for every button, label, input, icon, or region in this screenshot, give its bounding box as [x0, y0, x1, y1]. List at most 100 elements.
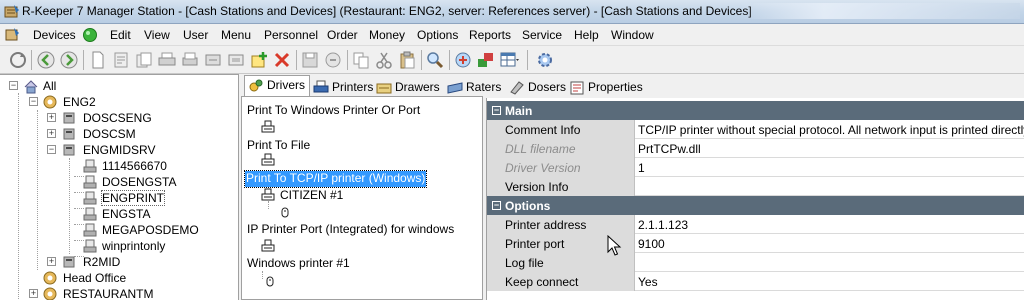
tree-label: ENG2 [63, 95, 96, 109]
toolbar [0, 46, 1024, 74]
tab-raters[interactable]: Raters [443, 77, 506, 96]
tree-item-megaposdemo[interactable]: MEGAPOSDEMO [0, 222, 239, 238]
driver-print-file[interactable]: Print To File [247, 138, 310, 154]
menu-service[interactable]: Service [522, 28, 562, 44]
collapse-icon[interactable]: − [29, 97, 38, 106]
printer-citizen[interactable]: CITIZEN #1 [280, 188, 343, 204]
delete-icon[interactable] [272, 50, 292, 70]
collapse-icon[interactable]: − [47, 145, 56, 154]
tree-item-doscseng[interactable]: + DOSCSENG [0, 110, 239, 126]
driver-windows-port[interactable]: Print To Windows Printer Or Port [247, 103, 420, 119]
print-preview-icon[interactable] [180, 50, 200, 70]
cut-icon[interactable] [374, 50, 394, 70]
cash-server-icon [63, 112, 75, 124]
print-icon[interactable] [157, 50, 177, 70]
rkeeper-app-icon[interactable] [4, 4, 20, 20]
paste-icon[interactable] [397, 50, 417, 70]
toolbar-separator [347, 50, 348, 70]
sync-icon[interactable] [476, 50, 496, 70]
menu-view[interactable]: View [144, 28, 170, 44]
collapse-icon[interactable]: − [492, 106, 501, 115]
expand-icon[interactable]: + [47, 129, 56, 138]
properties-icon[interactable] [111, 50, 131, 70]
tree-item-winprintonly[interactable]: winprintonly [0, 238, 239, 254]
prop-value[interactable]: PrtTCPw.dll [638, 142, 701, 156]
prop-value[interactable]: 2.1.1.123 [638, 218, 688, 232]
title-bar-glass [740, 3, 1020, 19]
menu-options[interactable]: Options [417, 28, 458, 44]
copy-icon[interactable] [351, 50, 371, 70]
export-icon[interactable] [203, 50, 223, 70]
doser-icon [510, 81, 524, 95]
prop-row-keep-connect[interactable]: Keep connect Yes [487, 272, 1024, 291]
green-status-icon[interactable] [82, 27, 98, 43]
driver-tcpip-selected[interactable]: Print To TCP/IP printer (Windows) [243, 170, 428, 188]
menu-edit[interactable]: Edit [110, 28, 131, 44]
tab-properties[interactable]: Properties [565, 77, 648, 96]
collapse-icon[interactable]: − [9, 81, 18, 90]
prop-row-comment[interactable]: Comment Info TCP/IP printer without spec… [487, 120, 1024, 139]
tree-item-engprint[interactable]: ENGPRINT [0, 190, 239, 206]
tree-item-engsta[interactable]: ENGSTA [0, 206, 239, 222]
tree-item-engmidsrv[interactable]: − ENGMIDSRV [0, 142, 239, 158]
tree-item-head-office[interactable]: Head Office [0, 270, 239, 286]
filter-icon[interactable] [453, 50, 473, 70]
tree-item-eng2[interactable]: − ENG2 [0, 94, 239, 110]
settings-gear-icon[interactable] [535, 50, 555, 70]
driver-ip-port[interactable]: IP Printer Port (Integrated) for windows [247, 222, 454, 238]
add-item-icon[interactable] [249, 50, 269, 70]
prop-value[interactable]: 1 [638, 161, 645, 175]
undo-icon[interactable] [323, 50, 343, 70]
menu-devices[interactable]: Devices [33, 28, 76, 44]
collapse-icon[interactable]: − [492, 201, 501, 210]
menu-money[interactable]: Money [369, 28, 405, 44]
tab-printers[interactable]: Printers [309, 77, 378, 96]
menu-user[interactable]: User [183, 28, 208, 44]
prop-row-driver-version[interactable]: Driver Version 1 [487, 158, 1024, 177]
device-tree[interactable]: − All − ENG2 + DOSCSENG + DOSCSM − ENGMI… [0, 74, 239, 300]
tree-item-r2mid[interactable]: + R2MID [0, 254, 239, 270]
import-icon[interactable] [226, 50, 246, 70]
prop-value[interactable]: TCP/IP printer without special protocol.… [638, 123, 1024, 137]
refresh-icon[interactable] [8, 50, 28, 70]
tree-item-1114566670[interactable]: 1114566670 [0, 158, 239, 174]
prop-value[interactable]: 9100 [638, 237, 665, 251]
prop-row-printer-port[interactable]: Printer port 9100 [487, 234, 1024, 253]
back-icon[interactable] [36, 50, 56, 70]
expand-icon[interactable]: + [47, 113, 56, 122]
menu-window[interactable]: Window [611, 28, 654, 44]
prop-value[interactable]: Yes [638, 275, 658, 289]
save-icon[interactable] [300, 50, 320, 70]
menu-reports[interactable]: Reports [469, 28, 511, 44]
menu-personnel[interactable]: Personnel [264, 28, 318, 44]
prop-row-printer-address[interactable]: Printer address 2.1.1.123 [487, 215, 1024, 234]
tree-item-all[interactable]: − All [0, 78, 239, 94]
menu-help[interactable]: Help [574, 28, 599, 44]
tab-drivers[interactable]: Drivers [244, 75, 310, 96]
grid-view-icon[interactable] [499, 50, 519, 70]
prop-row-log-file[interactable]: Log file [487, 253, 1024, 272]
tree-item-doscsm[interactable]: + DOSCSM [0, 126, 239, 142]
section-options[interactable]: − Options [487, 196, 1024, 215]
tree-item-restaurantm[interactable]: + RESTAURANTM [0, 286, 239, 300]
drivers-list[interactable]: Print To Windows Printer Or Port Print T… [241, 96, 483, 300]
expand-icon[interactable]: + [47, 257, 56, 266]
new-document-icon[interactable] [88, 50, 108, 70]
prop-row-version-info[interactable]: Version Info [487, 177, 1024, 196]
prop-row-dll[interactable]: DLL filename PrtTCPw.dll [487, 139, 1024, 158]
driver-windows-printer[interactable]: Windows printer #1 [247, 256, 350, 272]
expand-icon[interactable]: + [29, 289, 38, 298]
tab-label: Drivers [267, 78, 305, 92]
menu-order[interactable]: Order [327, 28, 358, 44]
tab-label: Dosers [528, 80, 567, 94]
copy-record-icon[interactable] [134, 50, 154, 70]
tab-drawers[interactable]: Drawers [372, 77, 445, 96]
search-icon[interactable] [425, 50, 445, 70]
tree-item-dosengsta[interactable]: DOSENGSTA [0, 174, 239, 190]
section-main[interactable]: − Main [487, 101, 1024, 120]
forward-icon[interactable] [59, 50, 79, 70]
menu-bar: Devices Edit View User Menu Personnel Or… [0, 24, 1024, 46]
property-inspector[interactable]: − Main Comment Info TCP/IP printer witho… [486, 98, 1024, 300]
menu-menu[interactable]: Menu [221, 28, 251, 44]
tab-dosers[interactable]: Dosers [505, 77, 571, 96]
